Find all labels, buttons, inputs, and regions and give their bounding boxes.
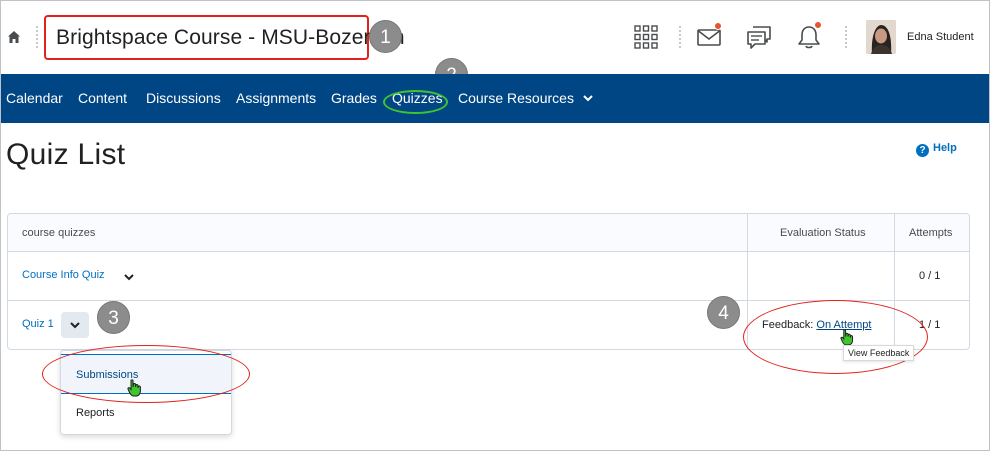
bell-notification-dot	[814, 21, 822, 29]
top-header: Brightspace Course - MSU-Bozeman 1 Edna …	[0, 0, 990, 74]
header-divider	[679, 26, 681, 48]
attempts-value: 0 / 1	[919, 270, 941, 282]
submissions-highlight-oval	[42, 345, 250, 403]
table-row: Course Info Quiz 0 / 1	[8, 252, 969, 301]
quiz-context-menu-button[interactable]	[115, 264, 143, 290]
quizzes-highlight-oval	[383, 90, 448, 114]
help-link[interactable]: ? Help	[916, 142, 957, 157]
help-label: Help	[933, 142, 957, 154]
mail-notification-dot	[714, 22, 722, 30]
quiz-context-menu-button[interactable]	[61, 312, 89, 338]
quiz-link-course-info[interactable]: Course Info Quiz	[22, 269, 105, 281]
home-icon[interactable]	[7, 30, 21, 44]
nav-discussions[interactable]: Discussions	[146, 74, 221, 123]
quiz-link-quiz-1[interactable]: Quiz 1	[22, 318, 54, 330]
mail-icon[interactable]	[697, 27, 723, 47]
header-divider	[845, 26, 847, 48]
waffle-grid-icon[interactable]	[634, 25, 658, 49]
nav-calendar[interactable]: Calendar	[6, 74, 63, 123]
chat-icon[interactable]	[746, 25, 773, 51]
nav-grades[interactable]: Grades	[331, 74, 377, 123]
view-feedback-tooltip: View Feedback	[843, 345, 915, 361]
nav-assignments[interactable]: Assignments	[236, 74, 316, 123]
hand-cursor-icon	[840, 329, 854, 346]
course-title[interactable]: Brightspace Course - MSU-Bozeman	[44, 15, 405, 60]
chevron-down-icon	[124, 274, 134, 281]
page-title: Quiz List	[6, 138, 126, 171]
callout-3: 3	[97, 301, 130, 334]
table-header-row: course quizzes Evaluation Status Attempt…	[8, 214, 969, 252]
avatar[interactable]	[866, 20, 896, 54]
callout-4: 4	[707, 296, 740, 329]
nav-course-resources-label: Course Resources	[458, 90, 574, 106]
feedback-highlight-oval	[743, 300, 928, 374]
user-name[interactable]: Edna Student	[907, 31, 974, 43]
course-navbar: Calendar Content Discussions Assignments…	[0, 74, 990, 123]
nav-course-resources[interactable]: Course Resources	[458, 74, 593, 123]
chevron-down-icon	[583, 95, 593, 102]
header-divider	[36, 26, 38, 48]
column-header-attempts: Attempts	[909, 227, 953, 239]
chevron-down-icon	[70, 322, 80, 329]
nav-content[interactable]: Content	[78, 74, 127, 123]
column-header-evaluation-status: Evaluation Status	[780, 227, 866, 239]
hand-cursor-icon	[127, 379, 141, 397]
help-icon: ?	[916, 144, 929, 157]
column-header-course-quizzes: course quizzes	[22, 227, 96, 239]
callout-1: 1	[369, 20, 402, 53]
